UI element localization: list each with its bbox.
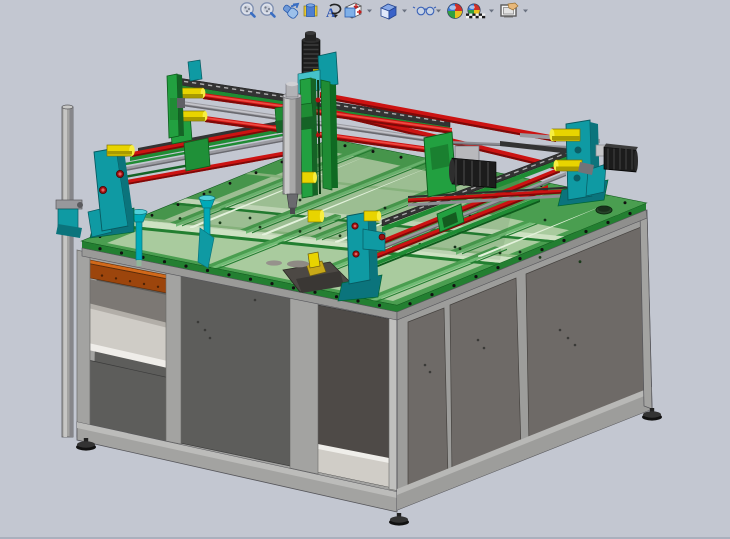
svg-text:A: A bbox=[326, 5, 336, 20]
